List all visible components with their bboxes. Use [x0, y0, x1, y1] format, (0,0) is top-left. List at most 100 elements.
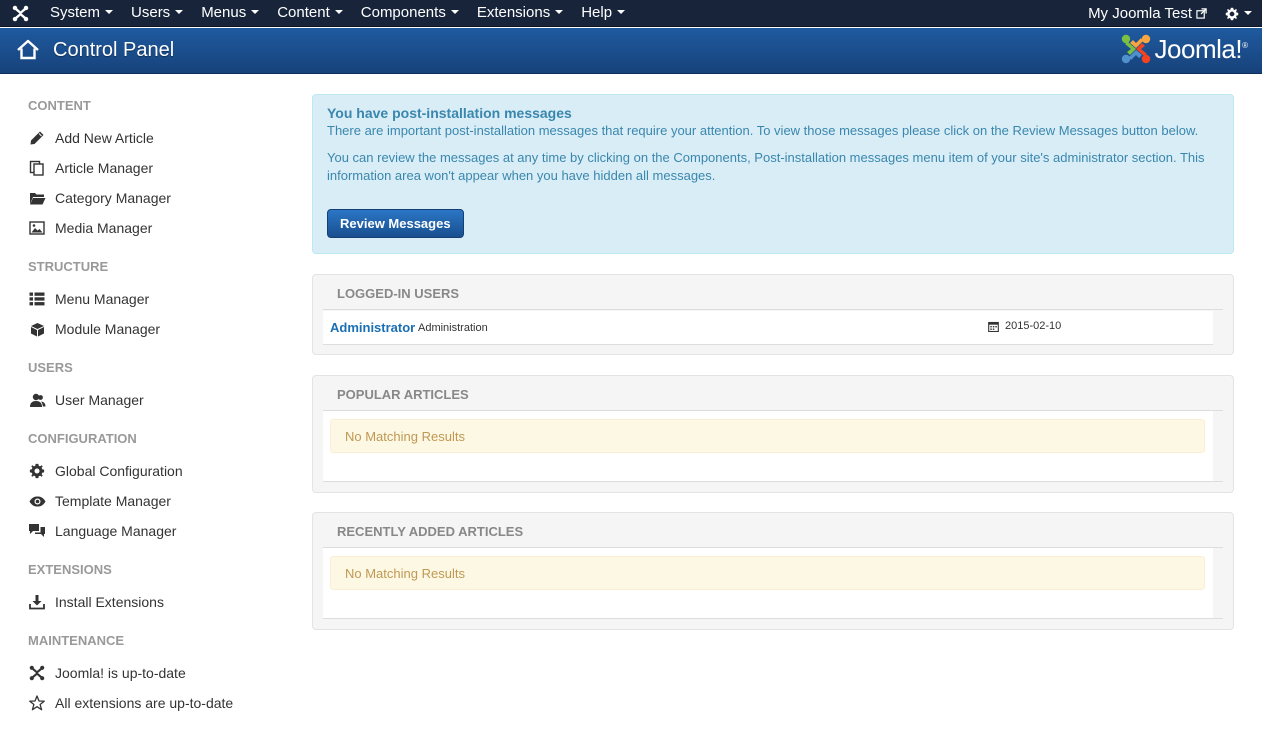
sidebar-item-category-manager[interactable]: Category Manager [28, 187, 171, 209]
module-divider [323, 309, 1223, 310]
joomla-icon [28, 664, 46, 682]
sidebar-item-label: Module Manager [55, 321, 161, 337]
caret-down-icon [1244, 10, 1252, 15]
sidebar-item-label: User Manager [55, 392, 144, 408]
no-results-message: No Matching Results [330, 556, 1205, 590]
module-divider [323, 618, 1223, 619]
list-icon [28, 290, 46, 308]
module-divider [323, 481, 1223, 482]
no-results-message: No Matching Results [330, 419, 1205, 453]
comments-icon [28, 522, 46, 540]
caret-down-icon [450, 9, 459, 14]
menu-label: Extensions [476, 3, 551, 21]
page-title: Control Panel [53, 39, 175, 61]
sidebar-heading-structure: STRUCTURE [28, 259, 109, 274]
sidebar-item-language-manager[interactable]: Language Manager [28, 520, 176, 542]
menu-users[interactable]: Users [121, 0, 191, 27]
settings-menu[interactable] [1219, 7, 1262, 21]
table-row: Administrator Administration 2015-02-10 [323, 311, 1213, 345]
menu-system[interactable]: System [40, 0, 121, 27]
sidebar-item-add-new-article[interactable]: Add New Article [28, 127, 154, 149]
image-icon [28, 219, 46, 237]
menu-label: Content [277, 3, 330, 21]
menu-label: Components [360, 3, 446, 21]
sidebar-item-label: Install Extensions [55, 594, 164, 610]
review-messages-button[interactable]: Review Messages [327, 209, 464, 238]
sidebar-item-install-extensions[interactable]: Install Extensions [28, 591, 164, 613]
menu-extensions[interactable]: Extensions [467, 0, 571, 27]
caret-down-icon [617, 9, 626, 14]
topbar-right: My Joomla Test [1088, 0, 1262, 27]
sidebar-item-label: Article Manager [55, 160, 154, 176]
caret-down-icon [105, 9, 114, 14]
sidebar-item-media-manager[interactable]: Media Manager [28, 217, 152, 239]
menu-label: Users [131, 3, 171, 21]
cog-icon [28, 462, 46, 480]
sidebar-item-extensions-up-to-date[interactable]: All extensions are up-to-date [28, 692, 233, 714]
sidebar-item-menu-manager[interactable]: Menu Manager [28, 288, 149, 310]
menu-components[interactable]: Components [351, 0, 467, 27]
sidebar-item-label: All extensions are up-to-date [55, 695, 234, 711]
user-login-date: 2015-02-10 [988, 320, 1061, 332]
calendar-icon [988, 321, 999, 332]
joomla-logo-icon[interactable] [0, 0, 40, 27]
sidebar-item-module-manager[interactable]: Module Manager [28, 318, 160, 340]
sidebar-heading-maintenance: MAINTENANCE [28, 633, 125, 648]
menu-help[interactable]: Help [571, 0, 633, 27]
user-name-link[interactable]: Administrator [330, 320, 415, 335]
sidebar-item-label: Language Manager [55, 523, 177, 539]
main-menu: System Users Menus Content Components Ex… [40, 0, 633, 27]
module-heading: LOGGED-IN USERS [337, 286, 460, 301]
sidebar-item-user-manager[interactable]: User Manager [28, 389, 144, 411]
alert-text-secondary: You can review the messages at any time … [327, 150, 1205, 183]
module-heading: RECENTLY ADDED ARTICLES [337, 524, 524, 539]
sidebar-heading-extensions: EXTENSIONS [28, 562, 112, 577]
caret-down-icon [251, 9, 260, 14]
site-link[interactable]: My Joomla Test [1088, 5, 1219, 22]
logged-in-users-module: LOGGED-IN USERS Administrator Administra… [312, 274, 1234, 355]
sidebar-item-label: Global Configuration [55, 463, 183, 479]
menu-label: Help [581, 3, 613, 21]
joomla-brand-icon [1121, 34, 1150, 64]
sidebar-item-label: Joomla! is up-to-date [55, 665, 186, 681]
user-role: Administration [418, 322, 488, 334]
users-icon [28, 391, 46, 409]
download-icon [28, 593, 46, 611]
menu-label: System [50, 3, 101, 21]
menu-menus[interactable]: Menus [191, 0, 267, 27]
recent-articles-module: RECENTLY ADDED ARTICLES No Matching Resu… [312, 512, 1234, 630]
eye-icon [28, 492, 46, 510]
brand-name: Joomla! [1154, 33, 1243, 64]
stack-icon [28, 159, 46, 177]
sidebar-item-label: Media Manager [55, 220, 153, 236]
sidebar-item-template-manager[interactable]: Template Manager [28, 490, 171, 512]
sidebar-heading-users: USERS [28, 360, 73, 375]
pencil-icon [28, 129, 46, 147]
folder-icon [28, 189, 46, 207]
sidebar-heading-content: CONTENT [28, 98, 91, 113]
menu-content[interactable]: Content [267, 0, 351, 27]
popular-articles-module: POPULAR ARTICLES No Matching Results [312, 375, 1234, 493]
cube-icon [28, 320, 46, 338]
sidebar-item-global-configuration[interactable]: Global Configuration [28, 460, 183, 482]
external-link-icon [1196, 8, 1207, 19]
joomla-brand: Joomla! ® [1120, 33, 1248, 65]
alert-text-primary: There are important post-installation me… [327, 123, 1199, 138]
caret-down-icon [555, 9, 564, 14]
alert-heading: You have post-installation messages [327, 105, 572, 121]
brand-registered: ® [1242, 40, 1248, 50]
star-icon [28, 694, 46, 712]
sidebar-item-article-manager[interactable]: Article Manager [28, 157, 153, 179]
gear-icon [1225, 7, 1239, 20]
sidebar-item-label: Add New Article [55, 130, 154, 146]
menu-label: Menus [201, 3, 247, 21]
site-label: My Joomla Test [1088, 5, 1192, 22]
sidebar-item-joomla-up-to-date[interactable]: Joomla! is up-to-date [28, 662, 186, 684]
sidebar-item-label: Menu Manager [55, 291, 150, 307]
post-install-alert: You have post-installation messages Ther… [312, 94, 1234, 254]
sidebar-item-label: Template Manager [55, 493, 171, 509]
caret-down-icon [175, 9, 184, 14]
caret-down-icon [334, 9, 343, 14]
sidebar-item-label: Category Manager [55, 190, 171, 206]
top-navbar: System Users Menus Content Components Ex… [0, 0, 1262, 27]
